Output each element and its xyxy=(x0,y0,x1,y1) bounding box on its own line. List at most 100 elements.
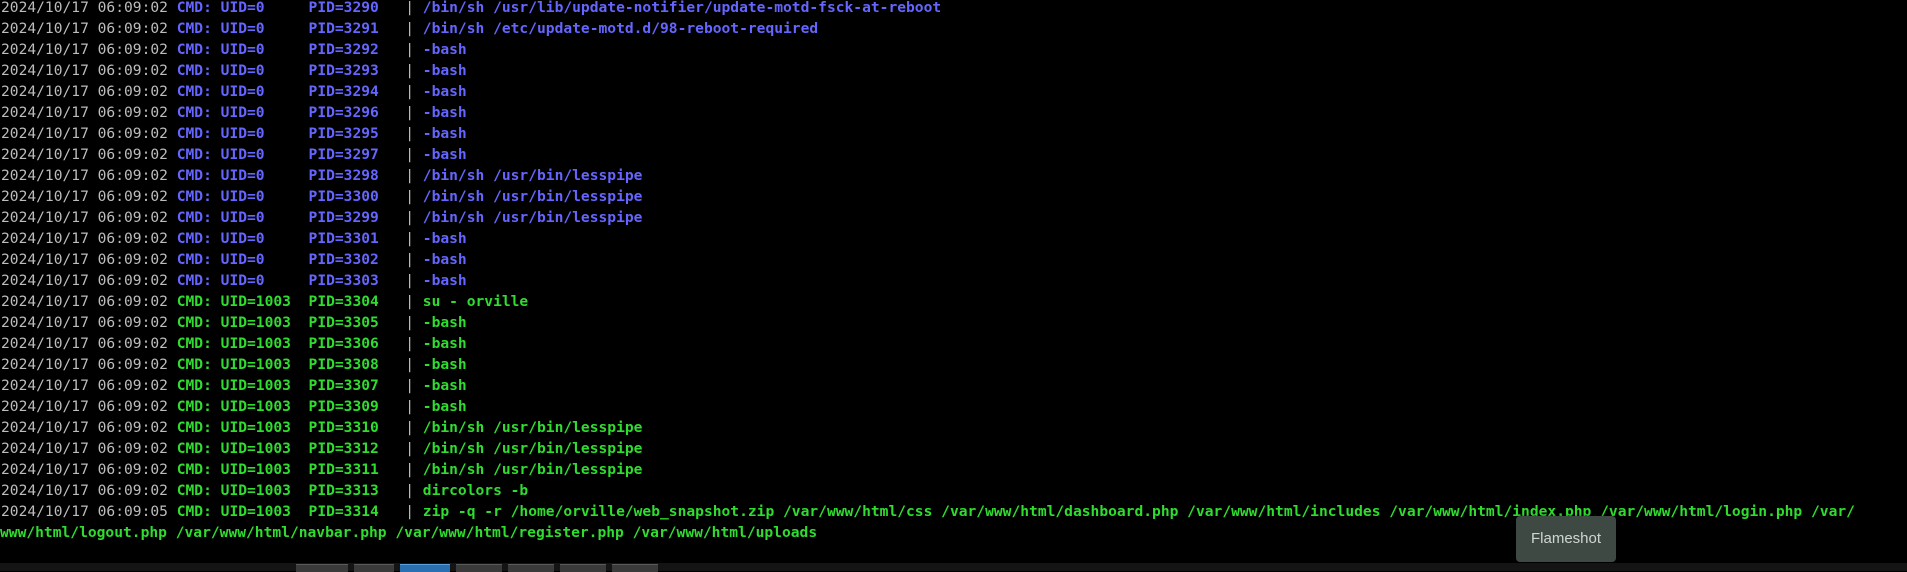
log-uid-pid: CMD: UID=0 PID=3292 xyxy=(176,41,379,58)
log-separator: | xyxy=(405,503,414,520)
log-separator: | xyxy=(405,0,414,16)
terminal-line: 2024/10/17 06:09:02 CMD: UID=0 PID=3299 … xyxy=(1,207,642,228)
log-separator: | xyxy=(405,83,414,100)
log-separator: | xyxy=(405,104,414,121)
log-separator: | xyxy=(405,20,414,37)
log-command: -bash xyxy=(422,314,467,331)
log-uid-pid: CMD: UID=0 PID=3293 xyxy=(176,62,379,79)
terminal-line: 2024/10/17 06:09:02 CMD: UID=0 PID=3297 … xyxy=(1,144,467,165)
log-separator: | xyxy=(405,419,414,436)
log-command: zip -q -r /home/orville/web_snapshot.zip… xyxy=(422,503,1855,520)
log-command: -bash xyxy=(422,398,467,415)
log-command: -bash xyxy=(422,335,467,352)
terminal-line: 2024/10/17 06:09:02 CMD: UID=1003 PID=33… xyxy=(1,354,467,375)
terminal-line: 2024/10/17 06:09:02 CMD: UID=0 PID=3298 … xyxy=(1,165,642,186)
log-uid-pid: CMD: UID=0 PID=3297 xyxy=(176,146,379,163)
log-timestamp: 2024/10/17 06:09:02 xyxy=(1,482,168,499)
log-timestamp: 2024/10/17 06:09:02 xyxy=(1,41,168,58)
log-command: /bin/sh /usr/bin/lesspipe xyxy=(422,461,643,478)
terminal-line: 2024/10/17 06:09:02 CMD: UID=1003 PID=33… xyxy=(1,333,467,354)
log-separator: | xyxy=(405,272,414,289)
terminal-line: 2024/10/17 06:09:02 CMD: UID=0 PID=3293 … xyxy=(1,60,467,81)
log-uid-pid: CMD: UID=0 PID=3303 xyxy=(176,272,379,289)
terminal-line: 2024/10/17 06:09:02 CMD: UID=1003 PID=33… xyxy=(1,459,642,480)
log-separator: | xyxy=(405,62,414,79)
log-uid-pid: CMD: UID=0 PID=3294 xyxy=(176,83,379,100)
log-separator: | xyxy=(405,377,414,394)
terminal-line: 2024/10/17 06:09:02 CMD: UID=1003 PID=33… xyxy=(1,438,642,459)
log-uid-pid: CMD: UID=1003 PID=3305 xyxy=(176,314,379,331)
log-command: -bash xyxy=(422,230,467,247)
log-uid-pid: CMD: UID=0 PID=3302 xyxy=(176,251,379,268)
log-separator: | xyxy=(405,167,414,184)
log-separator: | xyxy=(405,125,414,142)
log-timestamp: 2024/10/17 06:09:02 xyxy=(1,440,168,457)
terminal-line: 2024/10/17 06:09:02 CMD: UID=1003 PID=33… xyxy=(1,417,642,438)
terminal-line: 2024/10/17 06:09:02 CMD: UID=1003 PID=33… xyxy=(1,480,528,501)
log-timestamp: 2024/10/17 06:09:02 xyxy=(1,167,168,184)
log-uid-pid: CMD: UID=1003 PID=3313 xyxy=(176,482,379,499)
log-timestamp: 2024/10/17 06:09:02 xyxy=(1,356,168,373)
terminal-line: 2024/10/17 06:09:02 CMD: UID=1003 PID=33… xyxy=(1,375,467,396)
log-timestamp: 2024/10/17 06:09:02 xyxy=(1,230,168,247)
log-uid-pid: CMD: UID=0 PID=3300 xyxy=(176,188,379,205)
log-separator: | xyxy=(405,398,414,415)
terminal-line: 2024/10/17 06:09:02 CMD: UID=0 PID=3300 … xyxy=(1,186,642,207)
log-timestamp: 2024/10/17 06:09:02 xyxy=(1,125,168,142)
log-command: -bash xyxy=(422,356,467,373)
log-uid-pid: CMD: UID=0 PID=3295 xyxy=(176,125,379,142)
log-command: su - orville xyxy=(422,293,529,310)
log-command: -bash xyxy=(422,125,467,142)
log-uid-pid: CMD: UID=1003 PID=3308 xyxy=(176,356,379,373)
log-separator: | xyxy=(405,146,414,163)
terminal-line: 2024/10/17 06:09:02 CMD: UID=0 PID=3290 … xyxy=(1,0,941,18)
terminal-line: 2024/10/17 06:09:02 CMD: UID=1003 PID=33… xyxy=(1,312,467,333)
log-command: -bash xyxy=(422,272,467,289)
flameshot-notification[interactable]: Flameshot xyxy=(1516,516,1616,562)
log-command: -bash xyxy=(422,83,467,100)
terminal-line: 2024/10/17 06:09:02 CMD: UID=0 PID=3291 … xyxy=(1,18,818,39)
taskbar xyxy=(0,563,1907,572)
log-uid-pid: CMD: UID=1003 PID=3312 xyxy=(176,440,379,457)
log-command: /bin/sh /usr/bin/lesspipe xyxy=(422,209,643,226)
terminal-line: 2024/10/17 06:09:02 CMD: UID=0 PID=3302 … xyxy=(1,249,467,270)
log-timestamp: 2024/10/17 06:09:02 xyxy=(1,188,168,205)
log-timestamp: 2024/10/17 06:09:02 xyxy=(1,377,168,394)
log-timestamp: 2024/10/17 06:09:02 xyxy=(1,62,168,79)
log-timestamp: 2024/10/17 06:09:02 xyxy=(1,209,168,226)
log-command: -bash xyxy=(422,62,467,79)
terminal-line: 2024/10/17 06:09:02 CMD: UID=0 PID=3292 … xyxy=(1,39,467,60)
log-timestamp: 2024/10/17 06:09:02 xyxy=(1,0,168,16)
log-separator: | xyxy=(405,440,414,457)
log-timestamp: 2024/10/17 06:09:02 xyxy=(1,251,168,268)
terminal-line: 2024/10/17 06:09:02 CMD: UID=0 PID=3301 … xyxy=(1,228,467,249)
terminal-window[interactable]: 2024/10/17 06:09:02 CMD: UID=0 PID=3290 … xyxy=(0,0,1907,571)
log-timestamp: 2024/10/17 06:09:02 xyxy=(1,461,168,478)
log-timestamp: 2024/10/17 06:09:02 xyxy=(1,146,168,163)
log-timestamp: 2024/10/17 06:09:02 xyxy=(1,104,168,121)
log-timestamp: 2024/10/17 06:09:02 xyxy=(1,314,168,331)
terminal-line: 2024/10/17 06:09:02 CMD: UID=0 PID=3294 … xyxy=(1,81,467,102)
log-timestamp: 2024/10/17 06:09:02 xyxy=(1,398,168,415)
log-uid-pid: CMD: UID=0 PID=3296 xyxy=(176,104,379,121)
log-separator: | xyxy=(405,461,414,478)
log-command: /bin/sh /usr/bin/lesspipe xyxy=(422,440,643,457)
log-command: -bash xyxy=(422,104,467,121)
log-uid-pid: CMD: UID=1003 PID=3309 xyxy=(176,398,379,415)
log-separator: | xyxy=(405,41,414,58)
log-command: /bin/sh /etc/update-motd.d/98-reboot-req… xyxy=(422,20,819,37)
log-command: -bash xyxy=(422,377,467,394)
log-command: /bin/sh /usr/lib/update-notifier/update-… xyxy=(422,0,942,16)
log-uid-pid: CMD: UID=0 PID=3298 xyxy=(176,167,379,184)
log-uid-pid: CMD: UID=0 PID=3299 xyxy=(176,209,379,226)
terminal-line: 2024/10/17 06:09:02 CMD: UID=1003 PID=33… xyxy=(1,396,467,417)
log-separator: | xyxy=(405,335,414,352)
log-command: /bin/sh /usr/bin/lesspipe xyxy=(422,419,643,436)
log-command: -bash xyxy=(422,41,467,58)
log-uid-pid: CMD: UID=1003 PID=3310 xyxy=(176,419,379,436)
log-command: dircolors -b xyxy=(422,482,529,499)
terminal-wrapped-line: www/html/logout.php /var/www/html/navbar… xyxy=(0,524,818,541)
log-timestamp: 2024/10/17 06:09:02 xyxy=(1,335,168,352)
log-uid-pid: CMD: UID=1003 PID=3314 xyxy=(176,503,379,520)
log-uid-pid: CMD: UID=1003 PID=3311 xyxy=(176,461,379,478)
